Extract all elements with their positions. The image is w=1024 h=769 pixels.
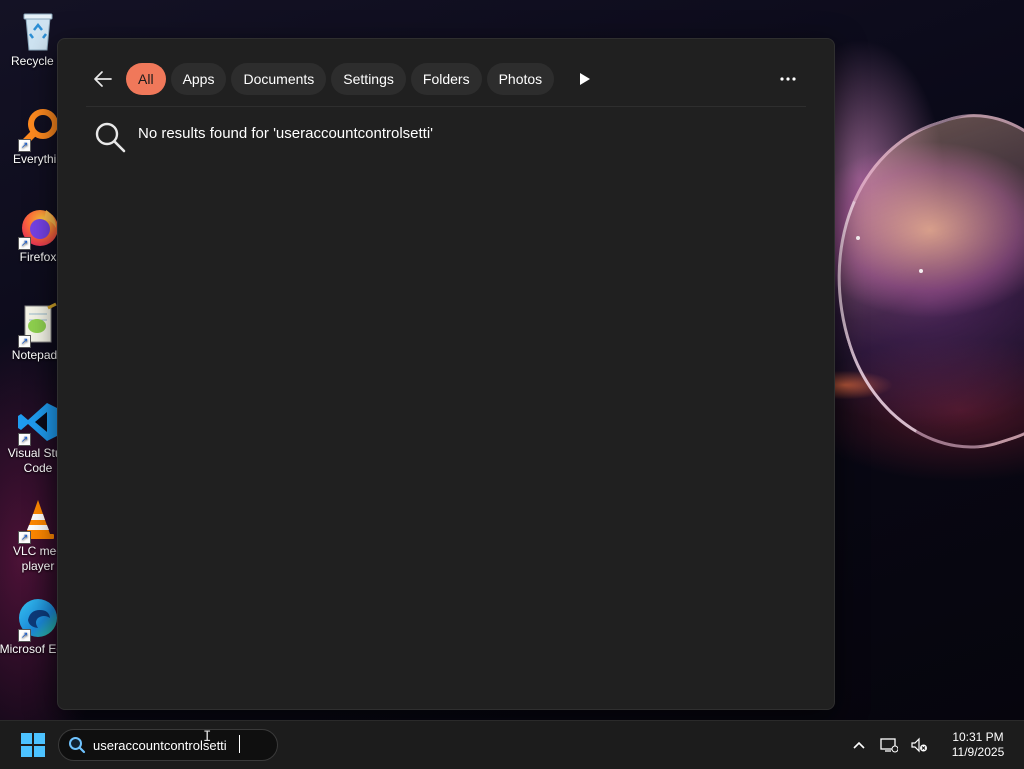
shortcut-arrow-icon: ↗ (18, 237, 31, 250)
text-caret (239, 735, 240, 753)
filter-settings[interactable]: Settings (331, 63, 406, 95)
recycle-bin-icon (16, 8, 60, 52)
filter-divider (86, 106, 806, 107)
shortcut-arrow-icon: ↗ (18, 335, 31, 348)
clock-date: 11/9/2025 (951, 745, 1005, 759)
system-tray: 10:31 PM 11/9/2025 (844, 721, 1024, 769)
taskbar-search-input[interactable] (93, 737, 243, 753)
clock-time: 10:31 PM (952, 730, 1004, 744)
everything-search-icon: ↗ (16, 106, 60, 152)
shortcut-arrow-icon: ↗ (18, 531, 31, 544)
back-button[interactable] (86, 62, 120, 96)
shortcut-arrow-icon: ↗ (18, 629, 31, 642)
taskbar-clock[interactable]: 10:31 PM 11/9/2025 (938, 730, 1018, 760)
search-icon (95, 122, 126, 153)
filter-folders[interactable]: Folders (410, 63, 482, 95)
filter-documents[interactable]: Documents (231, 63, 327, 95)
search-icon (67, 735, 87, 755)
show-hidden-icons-button[interactable] (844, 730, 874, 760)
edge-icon: ↗ (16, 596, 60, 642)
wallpaper-sparkle (856, 236, 860, 240)
more-options-button[interactable] (770, 61, 806, 97)
firefox-icon: ↗ (16, 204, 60, 250)
volume-button[interactable] (904, 730, 934, 760)
shortcut-arrow-icon: ↗ (18, 139, 31, 152)
no-results-panel: No results found for 'useraccountcontrol… (94, 121, 433, 153)
back-arrow-icon (94, 71, 112, 87)
filter-photos[interactable]: Photos (486, 63, 555, 95)
network-button[interactable] (874, 730, 904, 760)
play-icon (580, 73, 591, 85)
start-button[interactable] (14, 730, 52, 760)
shortcut-arrow-icon: ↗ (18, 433, 31, 446)
notepad-plus-plus-icon: ↗ (16, 302, 60, 348)
chevron-up-icon (853, 741, 865, 749)
no-results-message: No results found for 'useraccountcontrol… (138, 124, 434, 142)
search-filter-bar: All Apps Documents Settings Folders Phot… (86, 61, 806, 97)
search-flyout: All Apps Documents Settings Folders Phot… (57, 38, 835, 710)
volume-muted-icon (911, 737, 927, 753)
vlc-icon: ↗ (16, 498, 60, 544)
filter-apps[interactable]: Apps (170, 63, 227, 95)
windows-logo-icon (21, 733, 45, 757)
network-icon (880, 738, 898, 753)
filter-all[interactable]: All (126, 63, 166, 95)
mouse-text-cursor-icon: I (203, 729, 212, 745)
taskbar-search-box[interactable] (58, 729, 278, 761)
desktop-icons: Recycle B ↗ Everythin ↗ Firefox ↗ Notepa… (0, 0, 76, 720)
wallpaper-sparkle (919, 269, 923, 273)
taskbar: 10:31 PM 11/9/2025 (0, 720, 1024, 769)
more-filters-button[interactable] (569, 63, 601, 95)
vscode-icon: ↗ (16, 400, 60, 446)
ellipsis-icon (780, 77, 796, 81)
